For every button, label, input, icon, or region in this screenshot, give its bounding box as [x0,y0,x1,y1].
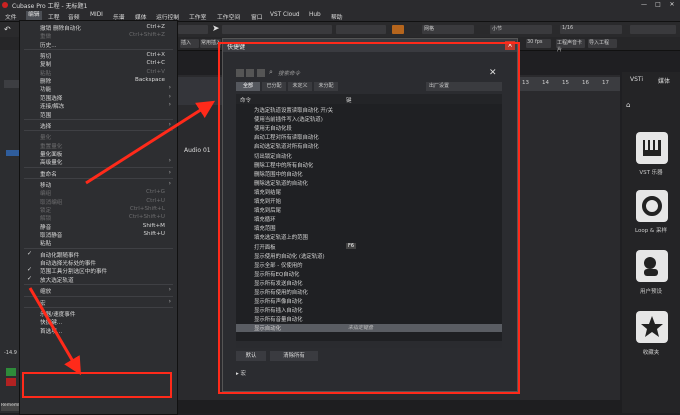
arrow-to-menu-item [28,287,82,376]
arrow-to-dialog [85,100,216,185]
annotation-arrows [28,100,216,376]
